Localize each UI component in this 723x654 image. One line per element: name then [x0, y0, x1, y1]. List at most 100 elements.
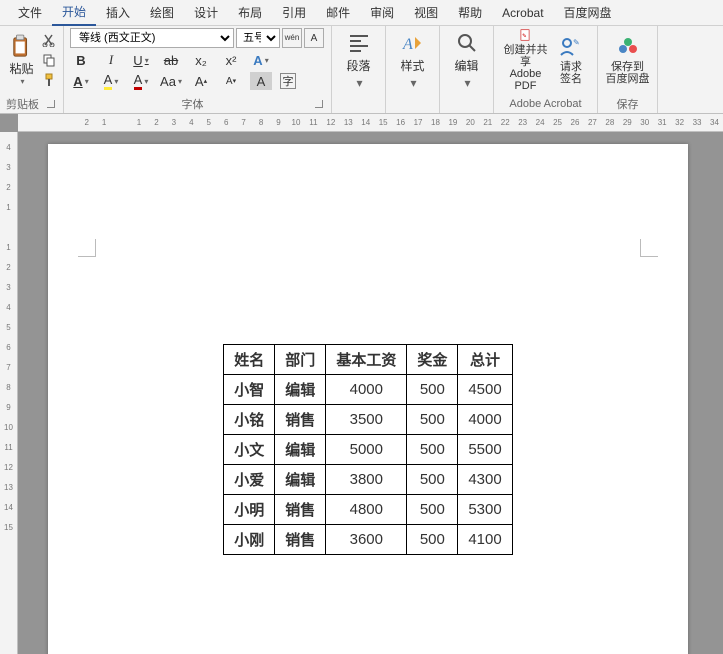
table-cell[interactable]: 小刚 — [224, 525, 275, 555]
table-cell[interactable]: 小爱 — [224, 465, 275, 495]
format-painter-icon[interactable] — [41, 72, 57, 88]
table-cell[interactable]: 3500 — [326, 405, 407, 435]
vruler-tick: 14 — [4, 497, 13, 517]
grow-font-button[interactable]: A▴ — [190, 72, 212, 90]
clipboard-launcher-icon[interactable] — [47, 100, 55, 108]
strikethrough-button[interactable]: ab — [160, 51, 182, 69]
paragraph-button[interactable]: 段落 ▾ — [338, 28, 379, 92]
table-header[interactable]: 姓名 — [224, 345, 275, 375]
char-border-icon[interactable]: A — [304, 28, 324, 48]
table-row[interactable]: 小文编辑50005005500 — [224, 435, 512, 465]
table-row[interactable]: 小爱编辑38005004300 — [224, 465, 512, 495]
table-cell[interactable]: 4300 — [458, 465, 512, 495]
change-case-button[interactable]: Aa▾ — [160, 72, 182, 90]
menu-tab-6[interactable]: 引用 — [272, 0, 316, 25]
table-cell[interactable]: 4800 — [326, 495, 407, 525]
table-cell[interactable]: 4000 — [326, 375, 407, 405]
menu-tab-8[interactable]: 审阅 — [360, 0, 404, 25]
text-effects-button[interactable]: A▾ — [250, 51, 272, 69]
table-cell[interactable]: 500 — [407, 465, 458, 495]
table-cell[interactable]: 500 — [407, 375, 458, 405]
italic-button[interactable]: I — [100, 51, 122, 69]
table-cell[interactable]: 小文 — [224, 435, 275, 465]
menu-tab-0[interactable]: 文件 — [8, 0, 52, 25]
char-shading-button[interactable]: A — [250, 72, 272, 90]
create-pdf-label: 创建并共享 Adobe PDF — [500, 44, 551, 92]
baidu-save-button[interactable]: 保存到 百度网盘 — [604, 28, 651, 92]
table-header[interactable]: 奖金 — [407, 345, 458, 375]
table-cell[interactable]: 销售 — [275, 405, 326, 435]
styles-dropdown-icon[interactable]: ▾ — [410, 76, 416, 90]
table-header[interactable]: 部门 — [275, 345, 326, 375]
menu-tab-10[interactable]: 帮助 — [448, 0, 492, 25]
menu-tab-7[interactable]: 邮件 — [316, 0, 360, 25]
table-row[interactable]: 小刚销售36005004100 — [224, 525, 512, 555]
create-pdf-button[interactable]: ✎ 创建并共享 Adobe PDF — [500, 28, 551, 92]
table-row[interactable]: 小明销售48005005300 — [224, 495, 512, 525]
cut-icon[interactable] — [41, 32, 57, 48]
table-cell[interactable]: 3600 — [326, 525, 407, 555]
menu-tab-12[interactable]: 百度网盘 — [554, 0, 622, 25]
font-size-select[interactable]: 五号 — [236, 28, 280, 48]
underline-button[interactable]: U▾ — [130, 51, 152, 69]
table-cell[interactable]: 编辑 — [275, 375, 326, 405]
styles-button[interactable]: A 样式 ▾ — [392, 28, 433, 92]
hruler-tick: 20 — [462, 118, 479, 127]
request-sign-button[interactable]: ✎ 请求 签名 — [551, 28, 591, 92]
page[interactable]: 姓名部门基本工资奖金总计 小智编辑40005004500小铭销售35005004… — [48, 144, 688, 654]
table-cell[interactable]: 5300 — [458, 495, 512, 525]
table-cell[interactable]: 5500 — [458, 435, 512, 465]
table-cell[interactable]: 4500 — [458, 375, 512, 405]
horizontal-ruler[interactable]: 2112345678910111213141516171819202122232… — [18, 114, 723, 132]
copy-icon[interactable] — [41, 52, 57, 68]
table-row[interactable]: 小智编辑40005004500 — [224, 375, 512, 405]
table-header[interactable]: 总计 — [458, 345, 512, 375]
menu-tab-2[interactable]: 插入 — [96, 0, 140, 25]
paste-button[interactable]: 粘贴 ▾ — [6, 28, 37, 92]
phonetic-guide-icon[interactable]: wén — [282, 28, 302, 48]
menu-tab-9[interactable]: 视图 — [404, 0, 448, 25]
table-row[interactable]: 小铭销售35005004000 — [224, 405, 512, 435]
font-launcher-icon[interactable] — [315, 100, 323, 108]
table-cell[interactable]: 3800 — [326, 465, 407, 495]
table-cell[interactable]: 5000 — [326, 435, 407, 465]
table-cell[interactable]: 编辑 — [275, 435, 326, 465]
table-cell[interactable]: 销售 — [275, 525, 326, 555]
table-cell[interactable]: 销售 — [275, 495, 326, 525]
shrink-font-button[interactable]: A▾ — [220, 72, 242, 90]
vertical-ruler[interactable]: 4321123456789101112131415 — [0, 132, 18, 654]
vruler-tick: 13 — [4, 477, 13, 497]
table-cell[interactable]: 4000 — [458, 405, 512, 435]
margin-corner-tr — [640, 239, 658, 257]
menu-tab-3[interactable]: 绘图 — [140, 0, 184, 25]
font-color-button[interactable]: A▾ — [130, 72, 152, 90]
font-color-fill-button[interactable]: A▾ — [70, 72, 92, 90]
table-cell[interactable]: 500 — [407, 435, 458, 465]
bold-button[interactable]: B — [70, 51, 92, 69]
table-cell[interactable]: 500 — [407, 405, 458, 435]
font-family-select[interactable]: 等线 (西文正文) — [70, 28, 234, 48]
edit-button[interactable]: 编辑 ▾ — [446, 28, 487, 92]
edit-dropdown-icon[interactable]: ▾ — [464, 76, 470, 90]
enclose-char-button[interactable]: 字 — [280, 73, 296, 89]
table-cell[interactable]: 小铭 — [224, 405, 275, 435]
table-cell[interactable]: 500 — [407, 495, 458, 525]
baidu-group-label: 保存 — [617, 96, 639, 112]
menu-tab-5[interactable]: 布局 — [228, 0, 272, 25]
paste-label: 粘贴 — [9, 60, 33, 77]
menu-tab-11[interactable]: Acrobat — [492, 2, 553, 24]
data-table[interactable]: 姓名部门基本工资奖金总计 小智编辑40005004500小铭销售35005004… — [223, 344, 512, 555]
menu-tab-1[interactable]: 开始 — [52, 0, 96, 26]
table-cell[interactable]: 小明 — [224, 495, 275, 525]
menu-tab-4[interactable]: 设计 — [184, 0, 228, 25]
paste-dropdown-icon[interactable]: ▾ — [20, 77, 24, 86]
table-header[interactable]: 基本工资 — [326, 345, 407, 375]
paragraph-dropdown-icon[interactable]: ▾ — [356, 76, 362, 90]
table-cell[interactable]: 4100 — [458, 525, 512, 555]
table-cell[interactable]: 小智 — [224, 375, 275, 405]
table-cell[interactable]: 500 — [407, 525, 458, 555]
superscript-button[interactable]: x² — [220, 51, 242, 69]
subscript-button[interactable]: x₂ — [190, 51, 212, 69]
highlight-button[interactable]: A▾ — [100, 72, 122, 90]
table-cell[interactable]: 编辑 — [275, 465, 326, 495]
